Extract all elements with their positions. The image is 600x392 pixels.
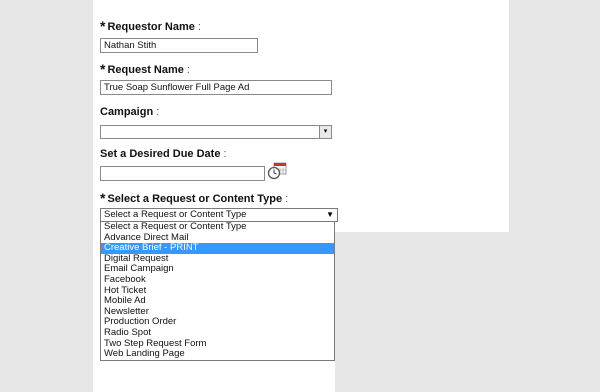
request-type-label-text: Select a Request or Content Type [107, 193, 283, 205]
request-name-input[interactable]: True Soap Sunflower Full Page Ad [100, 80, 332, 95]
label-colon: : [285, 193, 289, 205]
requestor-name-label: * Requestor Name: [100, 17, 201, 34]
label-colon: : [186, 64, 190, 76]
request-name-label: * Request Name: [100, 60, 190, 77]
required-marker: * [100, 18, 106, 34]
dropdown-option[interactable]: Radio Spot [101, 327, 334, 339]
request-type-dropdown-list[interactable]: Select a Request or Content Type Advance … [100, 221, 335, 361]
label-colon: : [223, 148, 227, 160]
request-type-select[interactable]: Select a Request or Content Type ▼ [100, 208, 338, 222]
requestor-name-input[interactable]: Nathan Stith [100, 38, 258, 53]
chevron-down-icon[interactable]: ▾ [319, 126, 331, 138]
request-type-selected-value: Select a Request or Content Type [104, 209, 247, 220]
dropdown-option[interactable]: Facebook [101, 274, 334, 286]
due-date-input[interactable] [100, 166, 265, 181]
request-name-label-text: Request Name [107, 64, 184, 76]
label-colon: : [156, 106, 160, 118]
background-region [335, 232, 509, 392]
dropdown-option[interactable]: Select a Request or Content Type [101, 221, 334, 233]
campaign-label: Campaign: [100, 106, 159, 118]
label-colon: : [197, 21, 201, 33]
required-marker: * [100, 61, 106, 77]
campaign-label-text: Campaign [100, 106, 154, 118]
caret-down-icon[interactable]: ▼ [326, 209, 334, 221]
due-date-label-text: Set a Desired Due Date [100, 148, 221, 160]
dropdown-option[interactable]: Web Landing Page [101, 349, 334, 360]
request-type-label: * Select a Request or Content Type: [100, 189, 289, 206]
requestor-name-label-text: Requestor Name [107, 21, 195, 33]
required-marker: * [100, 190, 106, 206]
due-date-label: Set a Desired Due Date: [100, 148, 227, 160]
campaign-select[interactable]: ▾ [100, 125, 332, 139]
calendar-clock-icon[interactable] [267, 162, 287, 180]
